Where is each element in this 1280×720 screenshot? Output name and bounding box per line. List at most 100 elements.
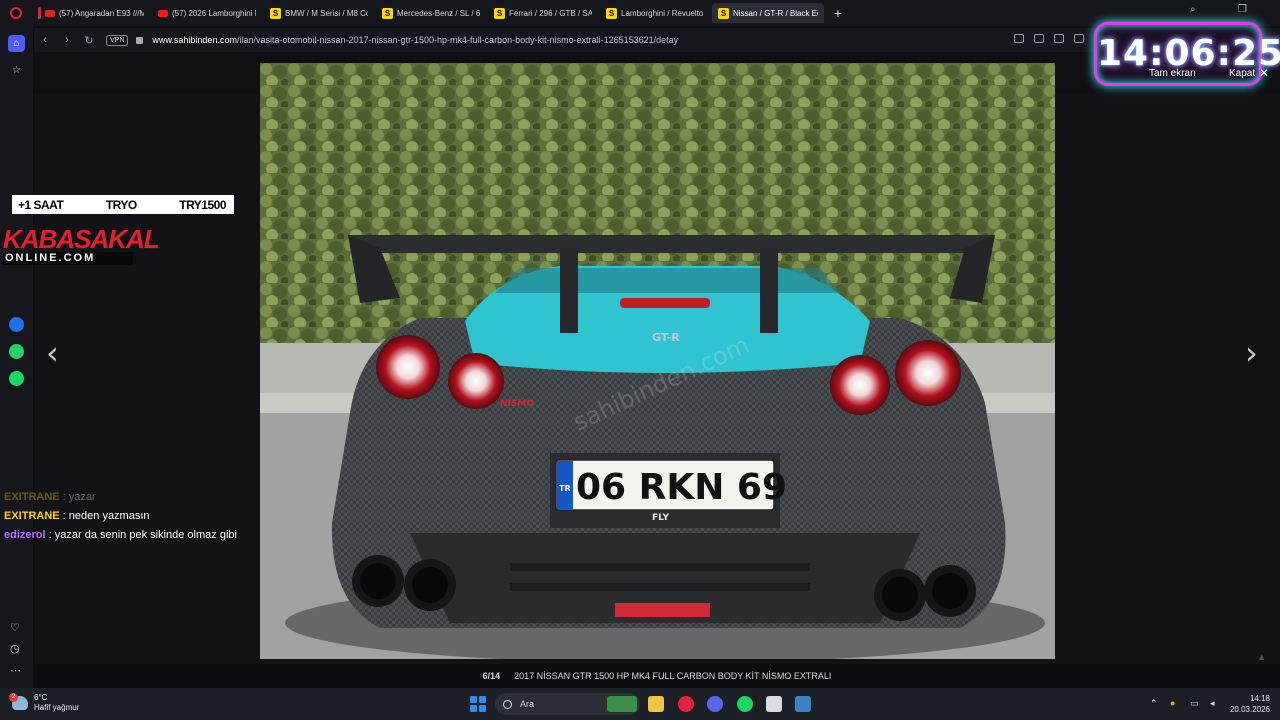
system-tray: ⌃ ● ▭ ◂ <box>1150 698 1220 708</box>
app-icon[interactable] <box>766 696 782 712</box>
widgets-icon[interactable] <box>607 696 637 712</box>
tab-label: Lamborghini / Revuelto / <box>621 8 704 18</box>
gallery-right-area: › <box>1055 94 1280 664</box>
microphone-icon[interactable]: ● <box>1170 698 1180 708</box>
listing-photo[interactable]: GT-R NISMO TR 06 RKN 69 FLY sahibinden.c… <box>260 63 1055 659</box>
tab-label: (57) 2026 Lamborghini Rev <box>172 8 256 18</box>
browser-sidebar: ⌂ ☆ ♡ ◷ ⋯ <box>0 26 33 688</box>
new-tab-button[interactable]: + <box>830 5 846 21</box>
cloud-rain-icon: 2 <box>9 693 28 710</box>
vpn-badge[interactable]: VPN <box>106 34 129 46</box>
sahibinden-icon: S <box>382 7 393 19</box>
windows-start-icon[interactable] <box>470 696 486 712</box>
opera-browser-icon[interactable] <box>678 696 694 712</box>
car-photo-illustration: GT-R NISMO TR 06 RKN 69 FLY sahibinden.c… <box>260 63 1055 659</box>
url-path: /ilan/vasita-otomobil-nissan-2017-nissan… <box>236 35 679 45</box>
search-tabs-icon[interactable]: ⌕ <box>1190 4 1196 15</box>
plate-country: TR <box>559 484 571 493</box>
sahibinden-icon: S <box>494 7 505 19</box>
chat-text: : yazar da senin pek sikinde olmaz gibi <box>45 529 237 541</box>
promo-code-b: TRY1500 <box>179 197 226 212</box>
chat-message: EXITRANE : neden yazmasın <box>4 507 237 526</box>
bookmark-icon[interactable] <box>1074 34 1084 43</box>
reader-mode-icon[interactable] <box>1014 34 1024 43</box>
volume-icon[interactable]: ◂ <box>1210 698 1220 708</box>
system-clock[interactable]: 14:18 20.03.2026 <box>1230 693 1270 715</box>
gallery-caption-bar: 6/14 2017 NİSSAN GTR 1500 HP MK4 FULL CA… <box>34 664 1280 688</box>
gtr-badge: GT-R <box>652 331 680 344</box>
reload-icon[interactable]: ↻ <box>78 34 100 47</box>
messenger-icon[interactable] <box>9 317 24 332</box>
tab-label: BMW / M Serisi / M8 Coupe <box>285 8 368 18</box>
youtube-icon <box>45 9 55 17</box>
tab-bmw[interactable]: S BMW / M Serisi / M8 Coupe <box>264 3 374 23</box>
windows-taskbar: 2 6°C Hafif yağmur Ara ⌃ ● ▭ ◂ 14:18 20.… <box>0 688 1280 720</box>
weather-badge: 2 <box>9 693 18 702</box>
whatsapp-icon[interactable] <box>9 344 24 359</box>
network-icon[interactable]: ▭ <box>1190 698 1200 708</box>
restore-window-icon[interactable]: ❐ <box>1238 4 1247 15</box>
chat-text: : yazar <box>59 491 96 503</box>
tab-ferrari[interactable]: S Ferrari / 296 / GTB / SANTI <box>488 3 598 23</box>
promo-code-a: TRYO <box>105 197 137 212</box>
close-label[interactable]: Kapat <box>1229 68 1255 79</box>
next-image-arrow-icon[interactable]: › <box>1245 334 1258 372</box>
opera-logo-icon[interactable] <box>0 0 32 26</box>
more-icon[interactable]: ⋯ <box>10 664 21 677</box>
temperature: 6°C <box>34 693 48 702</box>
url-field[interactable]: www.sahibinden.com/ilan/vasita-otomobil-… <box>152 35 678 45</box>
forward-icon[interactable]: › <box>56 34 78 46</box>
nismo-badge: NISMO <box>500 399 534 409</box>
tab-lamborghini[interactable]: S Lamborghini / Revuelto / <box>600 3 710 23</box>
previous-image-arrow-icon[interactable]: ‹ <box>46 334 59 372</box>
tray-chevron-icon[interactable]: ⌃ <box>1150 698 1160 708</box>
tab-label: Ferrari / 296 / GTB / SANTI <box>509 8 592 18</box>
license-plate: 06 RKN 69 <box>576 467 787 508</box>
tab-label: Mercedes-Benz / SL / 63 AMG <box>397 8 480 18</box>
close-icon[interactable]: ✕ <box>1259 66 1269 80</box>
dealer-tag: FLY <box>652 513 669 523</box>
sahibinden-icon: S <box>718 7 729 19</box>
scroll-top-icon[interactable]: ▲ <box>1257 652 1266 662</box>
weather-widget[interactable]: 2 6°C Hafif yağmur <box>9 693 79 713</box>
fullscreen-label[interactable]: Tam ekran <box>1149 68 1196 79</box>
tab-strip: (57) Angaradan E93 ///M3... (57) 2026 La… <box>0 0 1280 26</box>
lock-icon[interactable] <box>136 36 144 44</box>
heart-icon[interactable]: ♡ <box>10 621 20 634</box>
sahibinden-icon: S <box>606 7 617 19</box>
back-icon[interactable]: ‹ <box>34 34 56 46</box>
spotify-taskbar-icon[interactable] <box>737 696 753 712</box>
tab-nissan-active[interactable]: S Nissan / GT-R / Black Edition <box>712 3 824 23</box>
star-icon[interactable]: ☆ <box>8 62 25 79</box>
url-host: www.sahibinden.com <box>152 35 237 45</box>
address-tools <box>1014 34 1084 43</box>
discord-icon[interactable] <box>707 696 723 712</box>
chat-overlay: EXITRANE : yazar EXITRANE : neden yazmas… <box>4 488 237 545</box>
history-icon[interactable]: ◷ <box>10 642 20 655</box>
chat-message: edizerol : yazar da senin pek sikinde ol… <box>4 526 237 545</box>
clock-time: 14:18 <box>1249 694 1270 703</box>
spotify-icon[interactable] <box>9 371 24 386</box>
chat-username: EXITRANE <box>4 510 60 522</box>
chat-username: EXITRANE <box>4 491 60 503</box>
youtube-icon <box>158 9 168 17</box>
chat-username: edizerol <box>4 529 46 541</box>
chat-text: : neden yazmasın <box>59 510 150 522</box>
camera-icon[interactable] <box>1054 34 1064 43</box>
sahibinden-icon: S <box>270 7 281 19</box>
stream-timer-panel: 14:06:25 Tam ekran Kapat <box>1094 22 1280 86</box>
promo-banner: +1 SAAT TRYO TRY1500 <box>12 195 234 214</box>
tab-youtube-2[interactable]: (57) 2026 Lamborghini Rev <box>152 3 262 23</box>
share-icon[interactable] <box>1034 34 1044 43</box>
tab-youtube-1[interactable]: (57) Angaradan E93 ///M3... <box>32 3 150 23</box>
kabasakal-logo: KABASAKAL ONLINE.COM <box>3 224 160 266</box>
file-explorer-icon[interactable] <box>648 696 664 712</box>
brand-name: KABASAKAL <box>3 224 160 254</box>
clock-date: 20.03.2026 <box>1229 705 1270 714</box>
listing-title: 2017 NİSSAN GTR 1500 HP MK4 FULL CARBON … <box>514 671 832 681</box>
tab-mercedes[interactable]: S Mercedes-Benz / SL / 63 AMG <box>376 3 486 23</box>
home-icon[interactable]: ⌂ <box>8 35 25 52</box>
photos-app-icon[interactable] <box>795 696 811 712</box>
search-icon <box>503 699 512 709</box>
search-placeholder: Ara <box>520 699 535 709</box>
